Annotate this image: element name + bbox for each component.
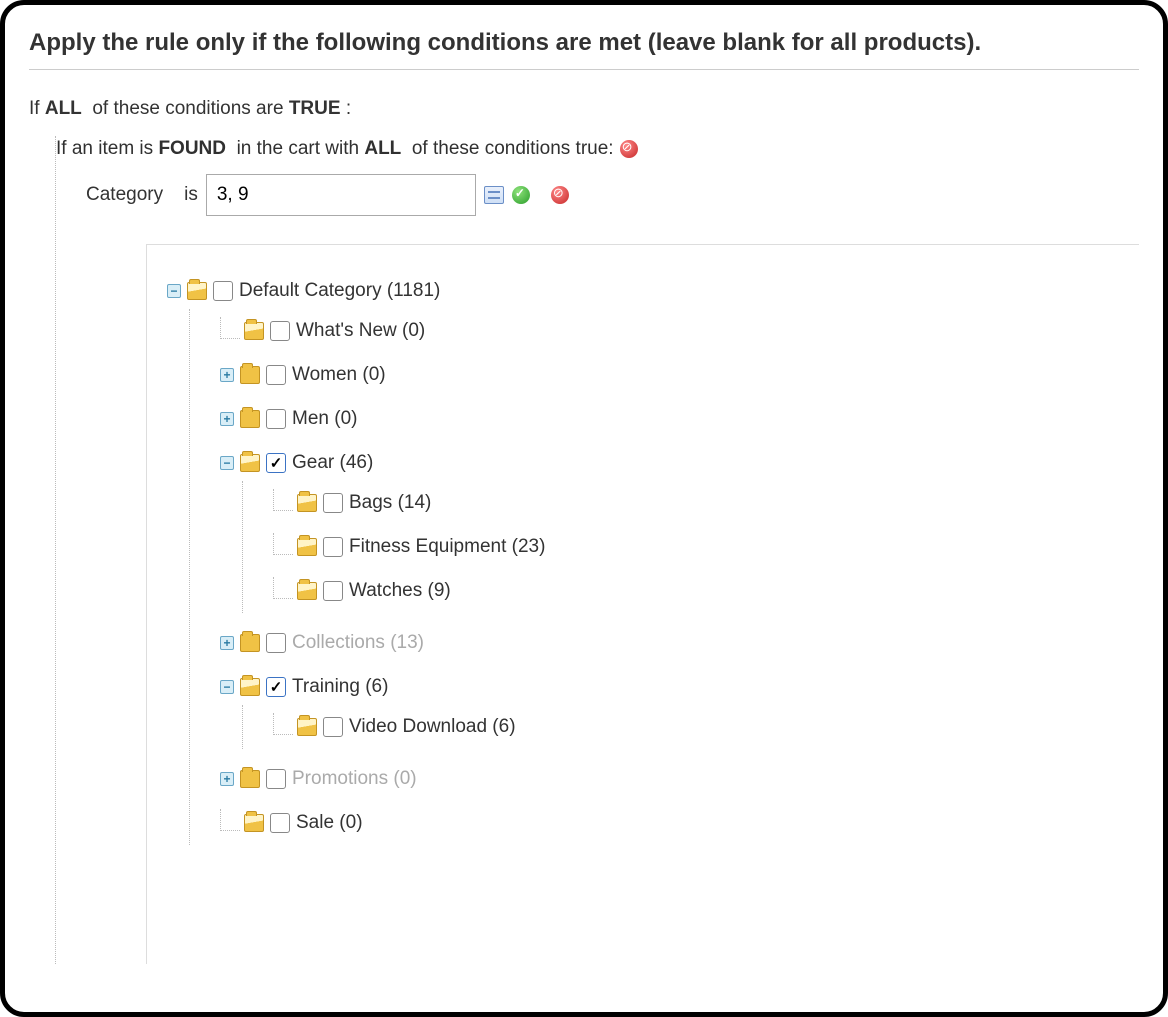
folder-icon xyxy=(240,678,260,696)
tree-node[interactable]: + Women (0) xyxy=(220,361,1139,389)
checkbox[interactable] xyxy=(323,493,343,513)
tree-connector xyxy=(273,577,293,599)
tree-node-label[interactable]: Women (0) xyxy=(292,364,386,386)
tree-node[interactable]: + Promotions (0) xyxy=(220,765,1139,793)
checkbox[interactable] xyxy=(266,769,286,789)
folder-icon xyxy=(297,582,317,600)
divider xyxy=(29,69,1139,70)
folder-icon xyxy=(297,494,317,512)
checkbox[interactable] xyxy=(323,581,343,601)
folder-icon xyxy=(240,454,260,472)
tree-node[interactable]: − Default Category (1181) xyxy=(167,277,1139,305)
tree-node[interactable]: Bags (14) xyxy=(273,489,1139,517)
tree-node-label[interactable]: What's New (0) xyxy=(296,320,425,342)
folder-icon xyxy=(187,282,207,300)
tree-node-label[interactable]: Watches (9) xyxy=(349,580,451,602)
expand-icon[interactable]: + xyxy=(220,412,234,426)
tree-node-label[interactable]: Men (0) xyxy=(292,408,357,430)
tree-node-label[interactable]: Collections (13) xyxy=(292,632,424,654)
cart-cond-middle: in the cart with xyxy=(237,138,360,159)
grid-icon xyxy=(484,186,504,204)
folder-icon xyxy=(240,410,260,428)
root-cond-middle: of these conditions are xyxy=(92,98,283,119)
checkbox[interactable] xyxy=(266,453,286,473)
folder-icon xyxy=(244,322,264,340)
folder-icon xyxy=(240,366,260,384)
tree-node-label[interactable]: Gear (46) xyxy=(292,452,373,474)
checkbox[interactable] xyxy=(270,813,290,833)
root-cond-value[interactable]: TRUE xyxy=(289,98,341,119)
tree-connector xyxy=(220,809,240,831)
open-chooser-button[interactable] xyxy=(484,186,504,204)
checkbox[interactable] xyxy=(323,537,343,557)
folder-icon xyxy=(240,634,260,652)
tree-node[interactable]: Video Download (6) xyxy=(273,713,1139,741)
tree-node-label[interactable]: Default Category (1181) xyxy=(239,280,440,302)
attr-label[interactable]: Category xyxy=(86,184,163,206)
attribute-condition-row: Category is xyxy=(86,174,1139,216)
cart-cond-aggregator[interactable]: ALL xyxy=(364,138,401,159)
category-tree: − Default Category (1181) What's New (0) + W… xyxy=(167,269,1139,853)
category-tree-panel: − Default Category (1181) What's New (0) + W… xyxy=(146,244,1139,964)
folder-icon xyxy=(297,718,317,736)
section-title: Apply the rule only if the following con… xyxy=(29,29,1139,57)
collapse-icon[interactable]: − xyxy=(220,680,234,694)
tree-node-label[interactable]: Video Download (6) xyxy=(349,716,516,738)
category-value-input[interactable] xyxy=(206,174,476,216)
root-cond-aggregator[interactable]: ALL xyxy=(45,98,82,119)
conditions-panel: Apply the rule only if the following con… xyxy=(0,0,1168,1017)
expand-icon[interactable]: + xyxy=(220,368,234,382)
cart-condition-line: If an item is FOUND in the cart with ALL… xyxy=(56,136,1139,174)
tree-connector xyxy=(273,489,293,511)
tree-node[interactable]: Fitness Equipment (23) xyxy=(273,533,1139,561)
tree-node-label[interactable]: Training (6) xyxy=(292,676,388,698)
checkbox[interactable] xyxy=(266,365,286,385)
tree-connector xyxy=(273,713,293,735)
attr-operator[interactable]: is xyxy=(184,184,198,206)
expand-icon[interactable]: + xyxy=(220,772,234,786)
cart-cond-suffix: of these conditions true: xyxy=(412,138,614,159)
tree-connector xyxy=(220,317,240,339)
apply-icon[interactable] xyxy=(512,186,530,204)
cart-cond-prefix: If an item is xyxy=(56,138,153,159)
expand-icon[interactable]: + xyxy=(220,636,234,650)
tree-node-label[interactable]: Promotions (0) xyxy=(292,768,417,790)
tree-connector xyxy=(273,533,293,555)
checkbox[interactable] xyxy=(270,321,290,341)
checkbox[interactable] xyxy=(266,677,286,697)
checkbox[interactable] xyxy=(266,633,286,653)
tree-node-label[interactable]: Bags (14) xyxy=(349,492,431,514)
collapse-icon[interactable]: − xyxy=(167,284,181,298)
tree-node[interactable]: Watches (9) xyxy=(273,577,1139,605)
tree-node[interactable]: − Training (6) xyxy=(220,673,1139,701)
checkbox[interactable] xyxy=(213,281,233,301)
collapse-icon[interactable]: − xyxy=(220,456,234,470)
checkbox[interactable] xyxy=(323,717,343,737)
folder-icon xyxy=(244,814,264,832)
tree-node[interactable]: − Gear (46) xyxy=(220,449,1139,477)
tree-node[interactable]: Sale (0) xyxy=(220,809,1139,837)
tree-node[interactable]: + Men (0) xyxy=(220,405,1139,433)
tree-node-label[interactable]: Fitness Equipment (23) xyxy=(349,536,545,558)
root-cond-suffix: : xyxy=(346,98,351,119)
folder-icon xyxy=(297,538,317,556)
remove-attr-icon[interactable] xyxy=(551,186,569,204)
tree-node[interactable]: What's New (0) xyxy=(220,317,1139,345)
tree-node[interactable]: + Collections (13) xyxy=(220,629,1139,657)
tree-node-label[interactable]: Sale (0) xyxy=(296,812,363,834)
checkbox[interactable] xyxy=(266,409,286,429)
folder-icon xyxy=(240,770,260,788)
root-condition-line: If ALL of these conditions are TRUE : xyxy=(29,98,1139,120)
root-cond-prefix: If xyxy=(29,98,40,119)
cart-cond-found[interactable]: FOUND xyxy=(158,138,226,159)
remove-condition-icon[interactable] xyxy=(620,140,638,158)
